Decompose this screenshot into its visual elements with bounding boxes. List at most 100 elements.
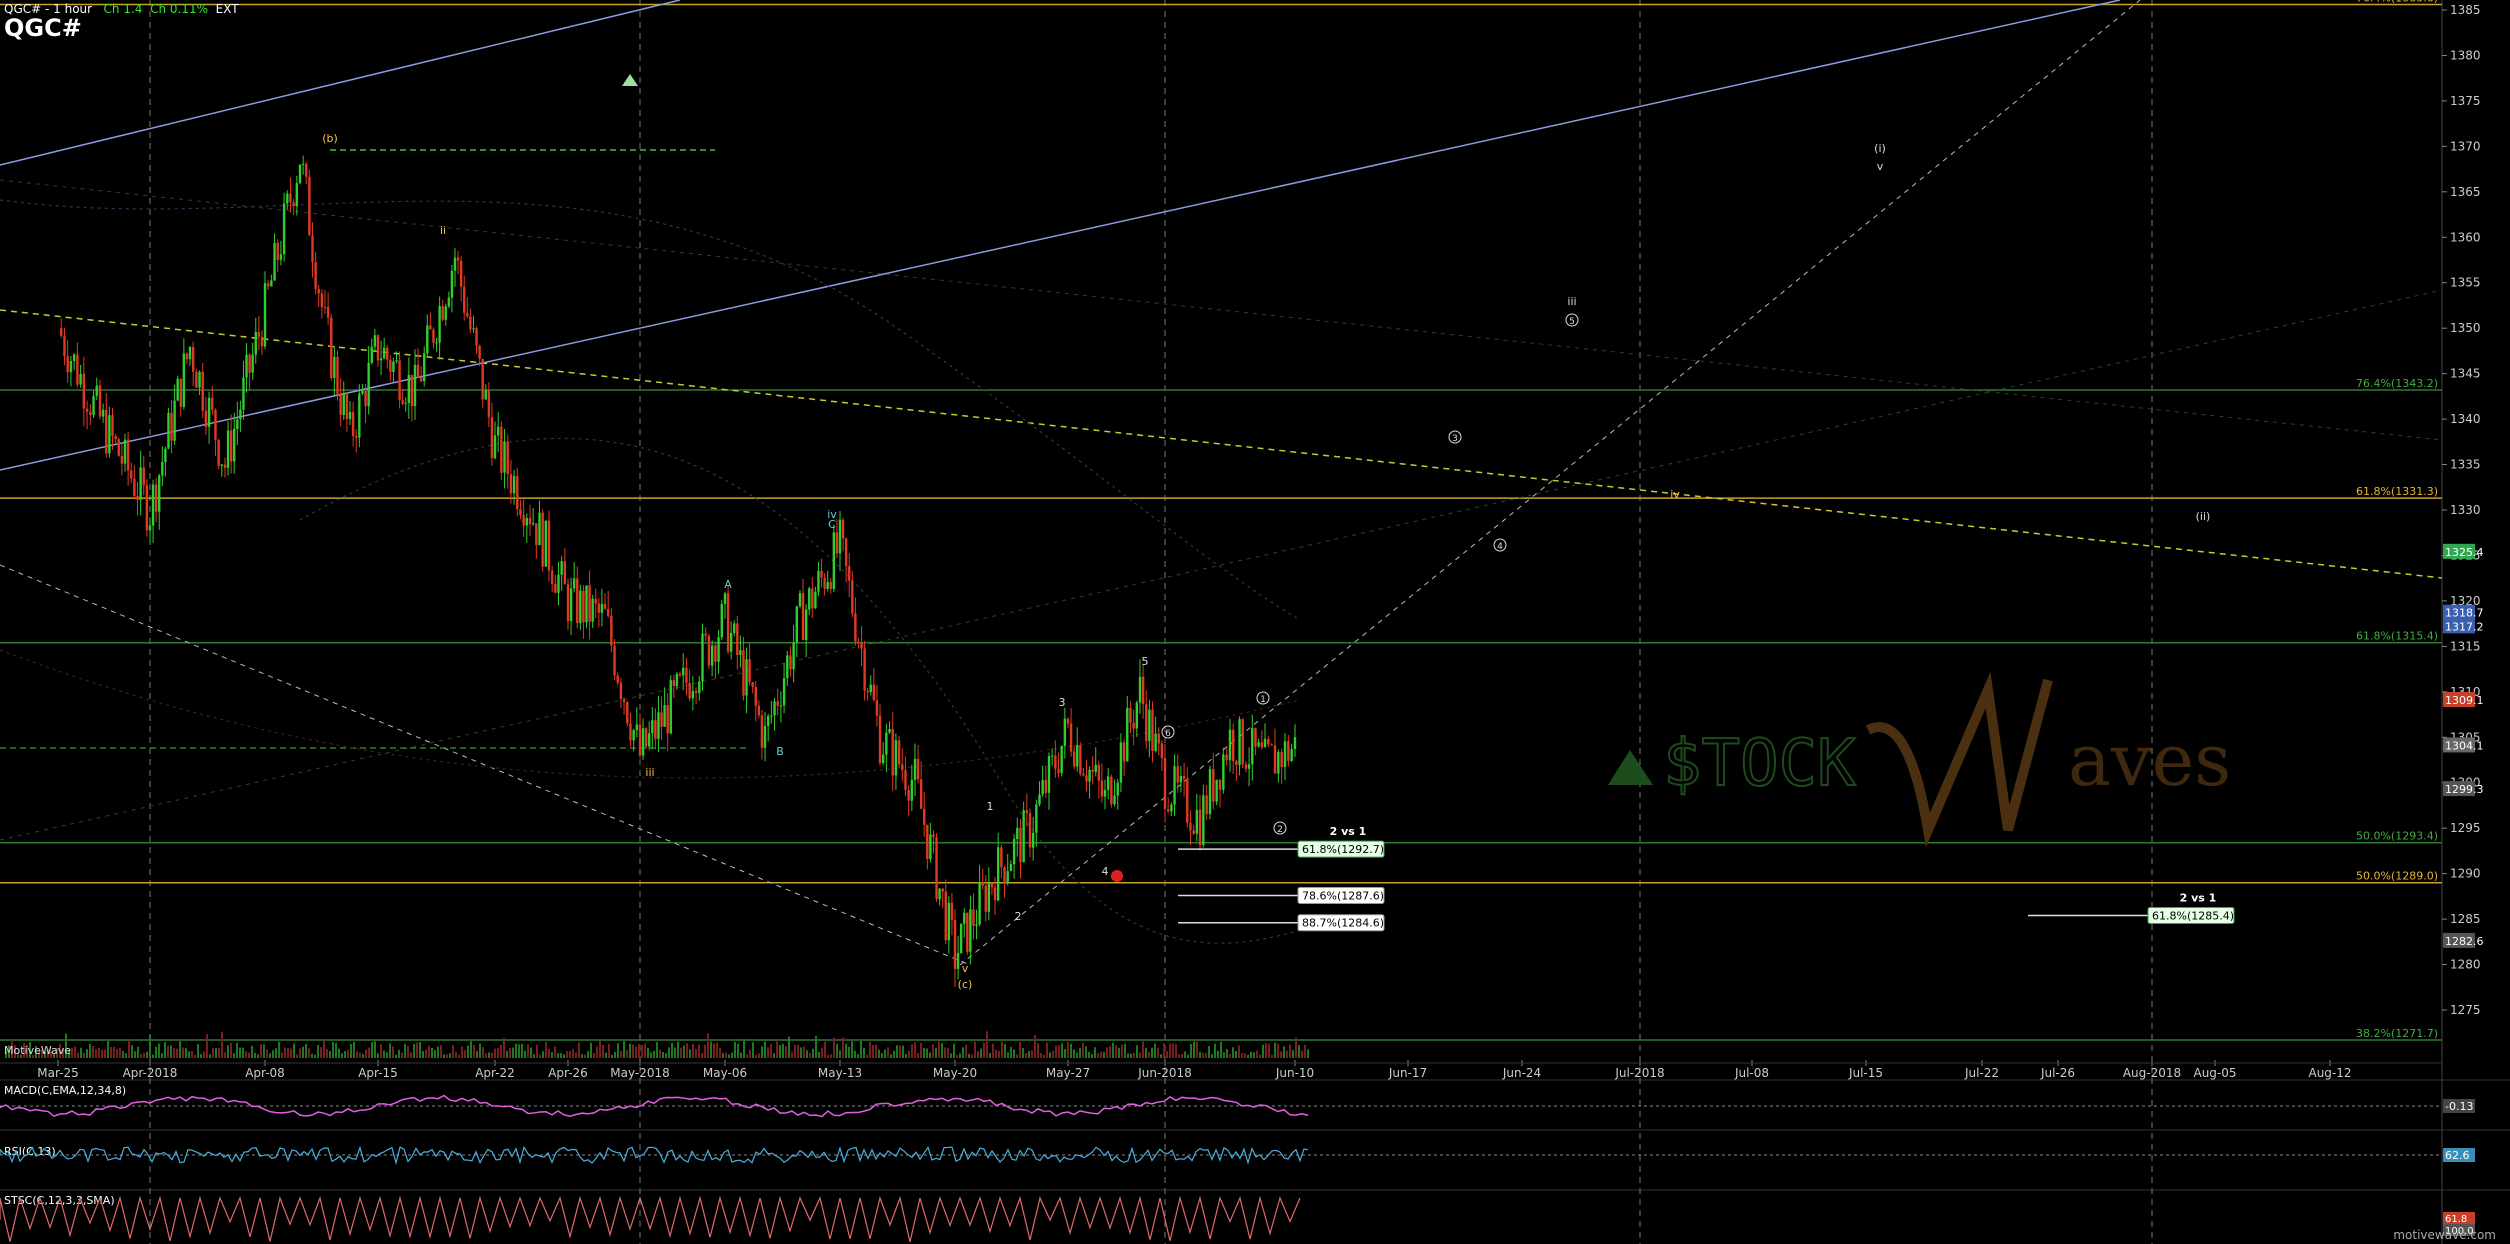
- volume-bar: [677, 1041, 679, 1058]
- volume-bar: [485, 1053, 487, 1058]
- volume-bar: [1073, 1049, 1075, 1058]
- candle-body: [560, 561, 563, 575]
- volume-bar: [1292, 1050, 1294, 1058]
- volume-bar: [113, 1046, 115, 1058]
- candle-body: [1085, 775, 1088, 782]
- change-percent: Ch 0.11%: [150, 2, 208, 16]
- candle-body: [675, 673, 679, 687]
- candle-body: [808, 588, 811, 610]
- volume-bar: [803, 1046, 805, 1058]
- volume-bar: [1253, 1052, 1255, 1058]
- candle-body: [236, 419, 239, 429]
- candle-body: [866, 690, 869, 693]
- volume-bar: [311, 1053, 313, 1058]
- y-tick-label: 1295: [2450, 821, 2481, 835]
- volume-bar: [1223, 1052, 1225, 1058]
- volume-bar: [1055, 1045, 1057, 1058]
- candle-body: [947, 902, 951, 941]
- candle-body: [525, 517, 529, 526]
- candle-body: [723, 593, 727, 604]
- candle-body: [154, 484, 158, 512]
- candle-body: [191, 347, 195, 372]
- candle-body: [1148, 709, 1151, 741]
- candle-body: [1208, 769, 1212, 815]
- candle-body: [423, 353, 426, 382]
- volume-bar: [491, 1052, 493, 1058]
- volume-bar: [1070, 1043, 1072, 1058]
- volume-bar: [317, 1044, 319, 1058]
- candle-body: [76, 354, 79, 385]
- volume-bar: [212, 1048, 214, 1058]
- candle-body: [754, 687, 757, 706]
- volume-bar: [506, 1050, 508, 1058]
- candle-body: [844, 538, 848, 567]
- candle-body: [641, 728, 645, 756]
- wave-circle-label: 4: [1497, 542, 1503, 552]
- candle-body: [613, 645, 616, 676]
- volume-bar: [1238, 1045, 1240, 1058]
- volume-bar: [374, 1041, 376, 1058]
- candle-body: [478, 345, 481, 359]
- volume-bar: [1259, 1054, 1261, 1058]
- volume-bar: [164, 1042, 166, 1058]
- candle-body: [1163, 758, 1167, 810]
- candle-body: [1141, 676, 1145, 705]
- candle-body: [1244, 764, 1248, 769]
- volume-bar: [1022, 1047, 1024, 1058]
- volume-bar: [89, 1044, 91, 1058]
- candle-body: [1290, 749, 1293, 761]
- x-tick-label: Mar-25: [37, 1066, 78, 1080]
- volume-bar: [761, 1046, 763, 1058]
- volume-bar: [1136, 1045, 1138, 1058]
- volume-bar: [797, 1044, 799, 1058]
- candle-body: [820, 570, 823, 578]
- y-tick-label: 1290: [2450, 867, 2481, 881]
- volume-bar: [1139, 1052, 1141, 1058]
- candle-body: [407, 374, 411, 403]
- candle-body: [1283, 741, 1287, 768]
- candle-body: [386, 347, 389, 360]
- volume-bar: [929, 1052, 931, 1058]
- volume-bar: [1217, 1050, 1219, 1058]
- volume-bar: [104, 1049, 106, 1058]
- candle-body: [811, 588, 814, 609]
- volume-bar: [953, 1043, 955, 1058]
- candle-body: [826, 582, 829, 589]
- volume-bar: [1076, 1052, 1078, 1058]
- candle-body: [1212, 769, 1215, 802]
- volume-bar: [689, 1049, 691, 1058]
- candle-body: [1116, 782, 1119, 796]
- volume-bar: [944, 1047, 946, 1058]
- candle-body: [105, 409, 108, 454]
- volume-bar: [305, 1043, 307, 1058]
- y-tick-label: 1385: [2450, 3, 2481, 17]
- volume-bar: [473, 1044, 475, 1058]
- volume-bar: [1265, 1043, 1267, 1058]
- volume-bar: [98, 1047, 100, 1058]
- candle-body: [1225, 754, 1228, 761]
- volume-bar: [767, 1047, 769, 1058]
- volume-bar: [395, 1054, 397, 1058]
- volume-bar: [560, 1053, 562, 1058]
- volume-bar: [368, 1047, 370, 1058]
- volume-bar: [1001, 1041, 1003, 1058]
- candle-body: [1000, 847, 1003, 868]
- y-tick-label: 1355: [2450, 276, 2481, 290]
- volume-bar: [779, 1044, 781, 1058]
- volume-bar: [617, 1043, 619, 1058]
- session-label: EXT: [215, 2, 239, 16]
- candle-body: [1202, 795, 1205, 846]
- candle-body: [1173, 766, 1176, 805]
- wave-label: v: [962, 962, 969, 975]
- candle-body: [308, 176, 311, 236]
- volume-bar: [752, 1042, 754, 1058]
- volume-bar: [650, 1052, 652, 1058]
- candle-body: [1135, 702, 1139, 729]
- candle-body: [739, 650, 742, 655]
- volume-bar: [626, 1050, 628, 1058]
- candle-body: [242, 377, 245, 410]
- volume-bar: [782, 1043, 784, 1058]
- price-chart[interactable]: 1275128012851290129513001305131013151320…: [0, 0, 2510, 1244]
- volume-bar: [1157, 1047, 1159, 1058]
- y-tick-label: 1365: [2450, 185, 2481, 199]
